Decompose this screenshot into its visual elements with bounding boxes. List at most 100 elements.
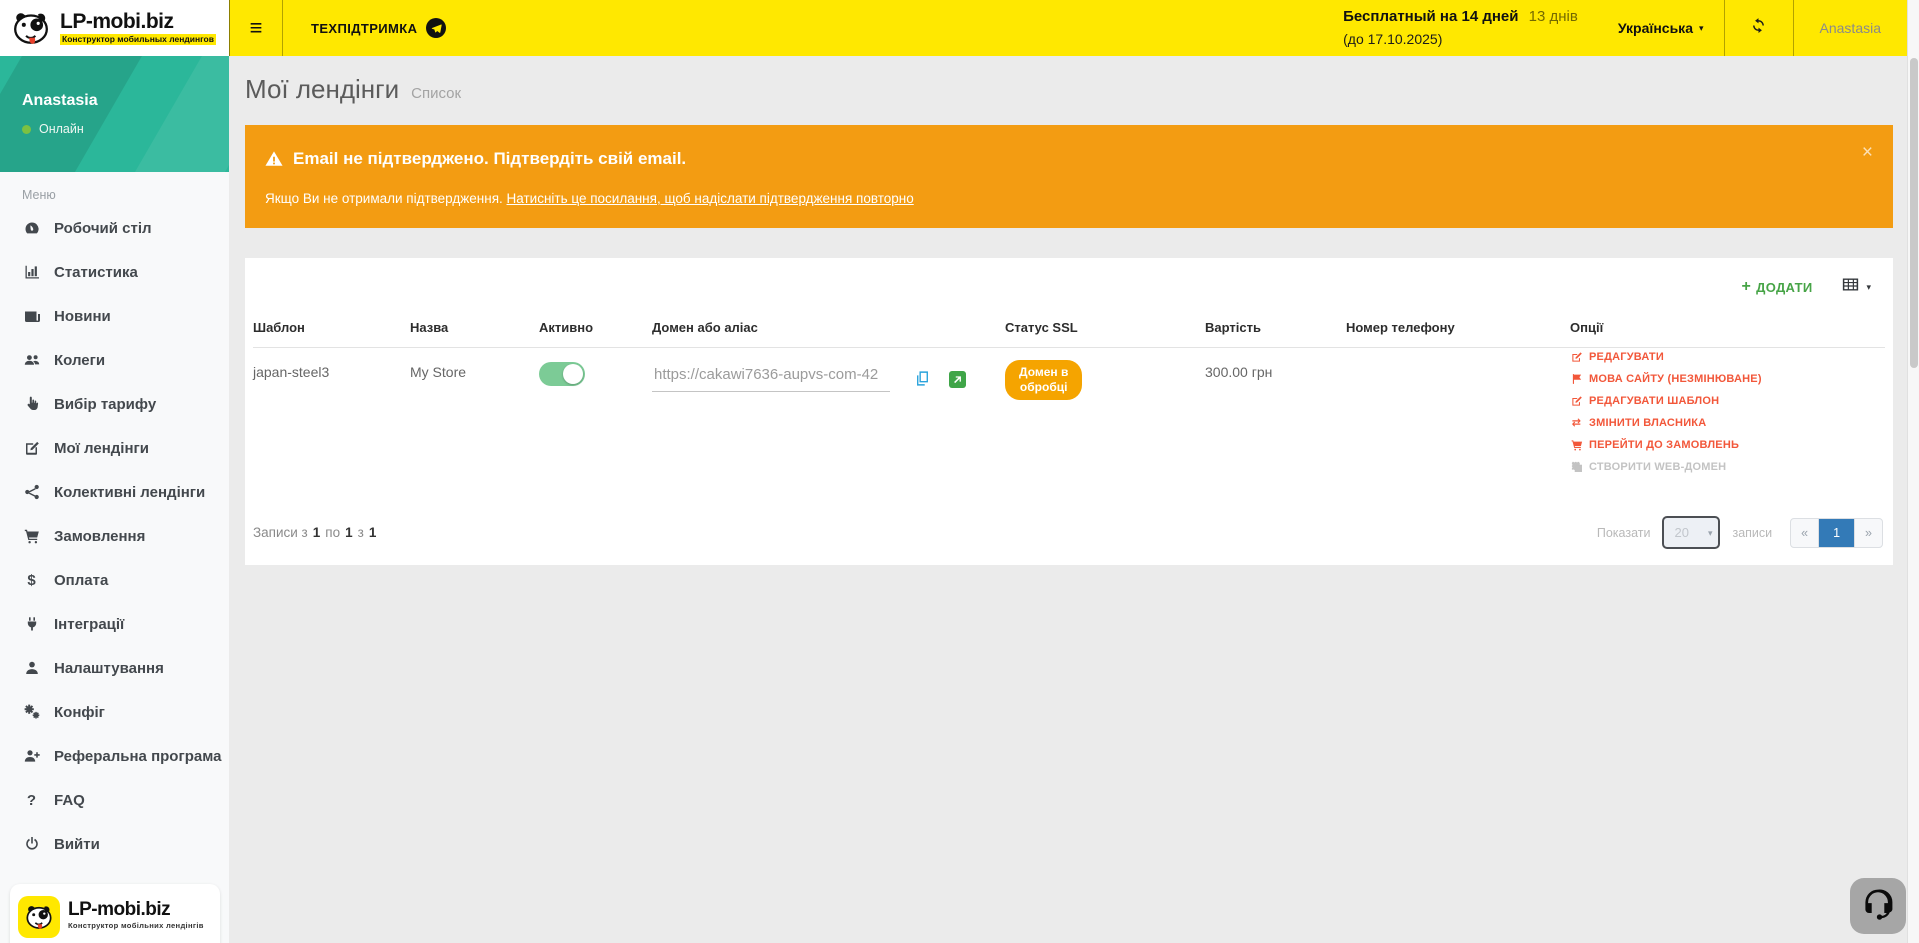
site-language-icon [1570,372,1583,385]
name-cell: My Store [410,348,539,473]
alert-title: Email не підтверджено. Підтвердіть свій … [293,149,686,169]
topbar-logo[interactable]: LP-mobi.biz Конструктор мобильных лендин… [0,0,229,56]
plus-icon: + [1742,278,1752,296]
sidebar-item-logout[interactable]: Вийти [0,822,229,866]
sidebar-item-integrations[interactable]: Інтеграції [0,602,229,646]
config-icon [20,704,43,721]
main-content: Мої лендінги Список Email не підтверджен… [229,56,1907,943]
logo-dog-icon [8,9,54,47]
landings-icon [20,440,43,457]
go-to-orders-option[interactable]: ПЕРЕЙТИ ДО ЗАМОВЛЕНЬ [1570,438,1881,451]
logo-dog-icon [22,903,56,931]
user-menu[interactable]: Anastasia [1794,0,1907,56]
page-title: Мої лендінги [245,74,399,105]
tariff-plan-info: Бесплатный на 14 дней 13 днів (до 17.10.… [1343,0,1578,56]
sidebar-item-news[interactable]: Новини [0,294,229,338]
profile-name: Anastasia [22,92,98,110]
resend-confirmation-link[interactable]: Натисніть це посилання, щоб надіслати пі… [507,191,914,206]
column-header: Номер телефону [1346,312,1570,348]
sidebar-item-payment[interactable]: $ Оплата [0,558,229,602]
tariff-icon [20,396,43,413]
sidebar-item-colleagues[interactable]: Колеги [0,338,229,382]
support-chat-button[interactable] [1850,878,1906,934]
edit-template-icon [1570,394,1583,407]
create-web-domain-icon [1570,460,1583,473]
change-owner-icon: ⇄ [1570,416,1583,429]
sidebar-item-tariff[interactable]: Вибір тарифу [0,382,229,426]
change-owner-option[interactable]: ⇄ ЗМІНИТИ ВЛАСНИКА [1570,416,1881,429]
news-icon [20,308,43,325]
sidebar-item-referral[interactable]: Реферальна програма [0,734,229,778]
sidebar-item-faq[interactable]: ? FAQ [0,778,229,822]
ssl-status-badge: Домен в обробці [1005,360,1082,400]
external-link-icon[interactable] [949,371,966,388]
app-root: LP-mobi.biz Конструктор мобильных лендин… [0,0,1919,943]
close-icon[interactable]: × [1862,143,1873,162]
options-cell: РЕДАГУВАТИ МОВА САЙТУ (НЕЗМІНЮВАНЕ) РЕДА… [1570,348,1885,473]
edit-template-option[interactable]: РЕДАГУВАТИ ШАБЛОН [1570,394,1881,407]
active-toggle[interactable] [539,362,585,386]
username-label: Anastasia [1820,20,1881,36]
domain-cell [652,348,1005,473]
sidebar-item-orders[interactable]: Замовлення [0,514,229,558]
sidebar-item-my-landings[interactable]: Мої лендінги [0,426,229,470]
page-header: Мої лендінги Список [245,74,1893,105]
menu-section-label: Меню [22,188,229,202]
orders-icon [20,528,43,545]
show-label: Показати [1597,526,1651,540]
edit-option[interactable]: РЕДАГУВАТИ [1570,350,1881,363]
prev-page-button[interactable]: « [1791,519,1819,547]
sidebar-item-collective-landings[interactable]: Колективні лендінги [0,470,229,514]
dashboard-icon [20,220,43,237]
site-language-option[interactable]: МОВА САЙТУ (НЕЗМІНЮВАНЕ) [1570,372,1881,385]
active-cell [539,348,652,473]
page-subtitle: Список [411,85,461,102]
table-view-button[interactable]: ▾ [1842,276,1871,298]
records-summary: Записи з1по1з1 [253,525,376,540]
telegram-icon [426,18,446,38]
alert-body-text: Якщо Ви не отримали підтвердження. [265,191,507,206]
plan-name: Бесплатный на 14 дней [1343,8,1518,25]
page-1-button[interactable]: 1 [1819,519,1855,547]
collective-icon [20,484,43,501]
refresh-button[interactable] [1725,0,1793,56]
ssl-status-cell: Домен в обробці [1005,348,1205,473]
faq-icon: ? [20,792,43,809]
chevron-down-icon: ▾ [1708,528,1713,539]
column-header: Активно [539,312,652,348]
column-header: Статус SSL [1005,312,1205,348]
statistics-icon [20,264,43,281]
page-scrollbar[interactable] [1907,0,1919,943]
email-confirmation-alert: Email не підтверджено. Підтвердіть свій … [245,125,1893,228]
next-page-button[interactable]: » [1855,519,1882,547]
sidebar-toggle-button[interactable]: ≡ [230,0,282,56]
online-status-icon [22,125,31,134]
refresh-icon [1750,17,1767,39]
headset-icon [1860,886,1896,927]
sidebar-item-settings[interactable]: Налаштування [0,646,229,690]
plan-until-date: (до 17.10.2025) [1343,29,1578,50]
go-to-orders-icon [1570,438,1583,451]
chevron-down-icon: ▾ [1699,23,1704,34]
language-label: Українська [1618,20,1693,36]
integrations-icon [20,616,43,633]
sidebar-item-dashboard[interactable]: Робочий стіл [0,206,229,250]
page-size-select[interactable]: 20 ▾ [1662,516,1720,549]
price-cell: 300.00 грн [1205,348,1346,473]
domain-input[interactable] [652,364,890,392]
sidebar-item-config[interactable]: Конфіг [0,690,229,734]
sidebar-footer-logo[interactable]: LP-mobi.biz Конструктор мобільних лендін… [10,884,220,943]
copy-icon[interactable] [914,370,931,390]
scrollbar-thumb[interactable] [1910,58,1918,368]
grid-view-icon [1842,276,1859,298]
language-selector[interactable]: Українська ▾ [1598,0,1724,56]
add-landing-button[interactable]: + ДОДАТИ [1742,278,1813,296]
sidebar-item-statistics[interactable]: Статистика [0,250,229,294]
column-header: Шаблон [253,312,410,348]
tech-support-button[interactable]: ТЕХПІДТРИМКА [283,0,474,56]
online-status-label: Онлайн [39,122,84,136]
landings-table-card: + ДОДАТИ ▾ Шаблон Назва Активно Домен аб… [245,258,1893,565]
logo-title: LP-mobi.biz [60,11,216,32]
logout-icon [20,836,43,853]
warning-icon [265,150,283,168]
